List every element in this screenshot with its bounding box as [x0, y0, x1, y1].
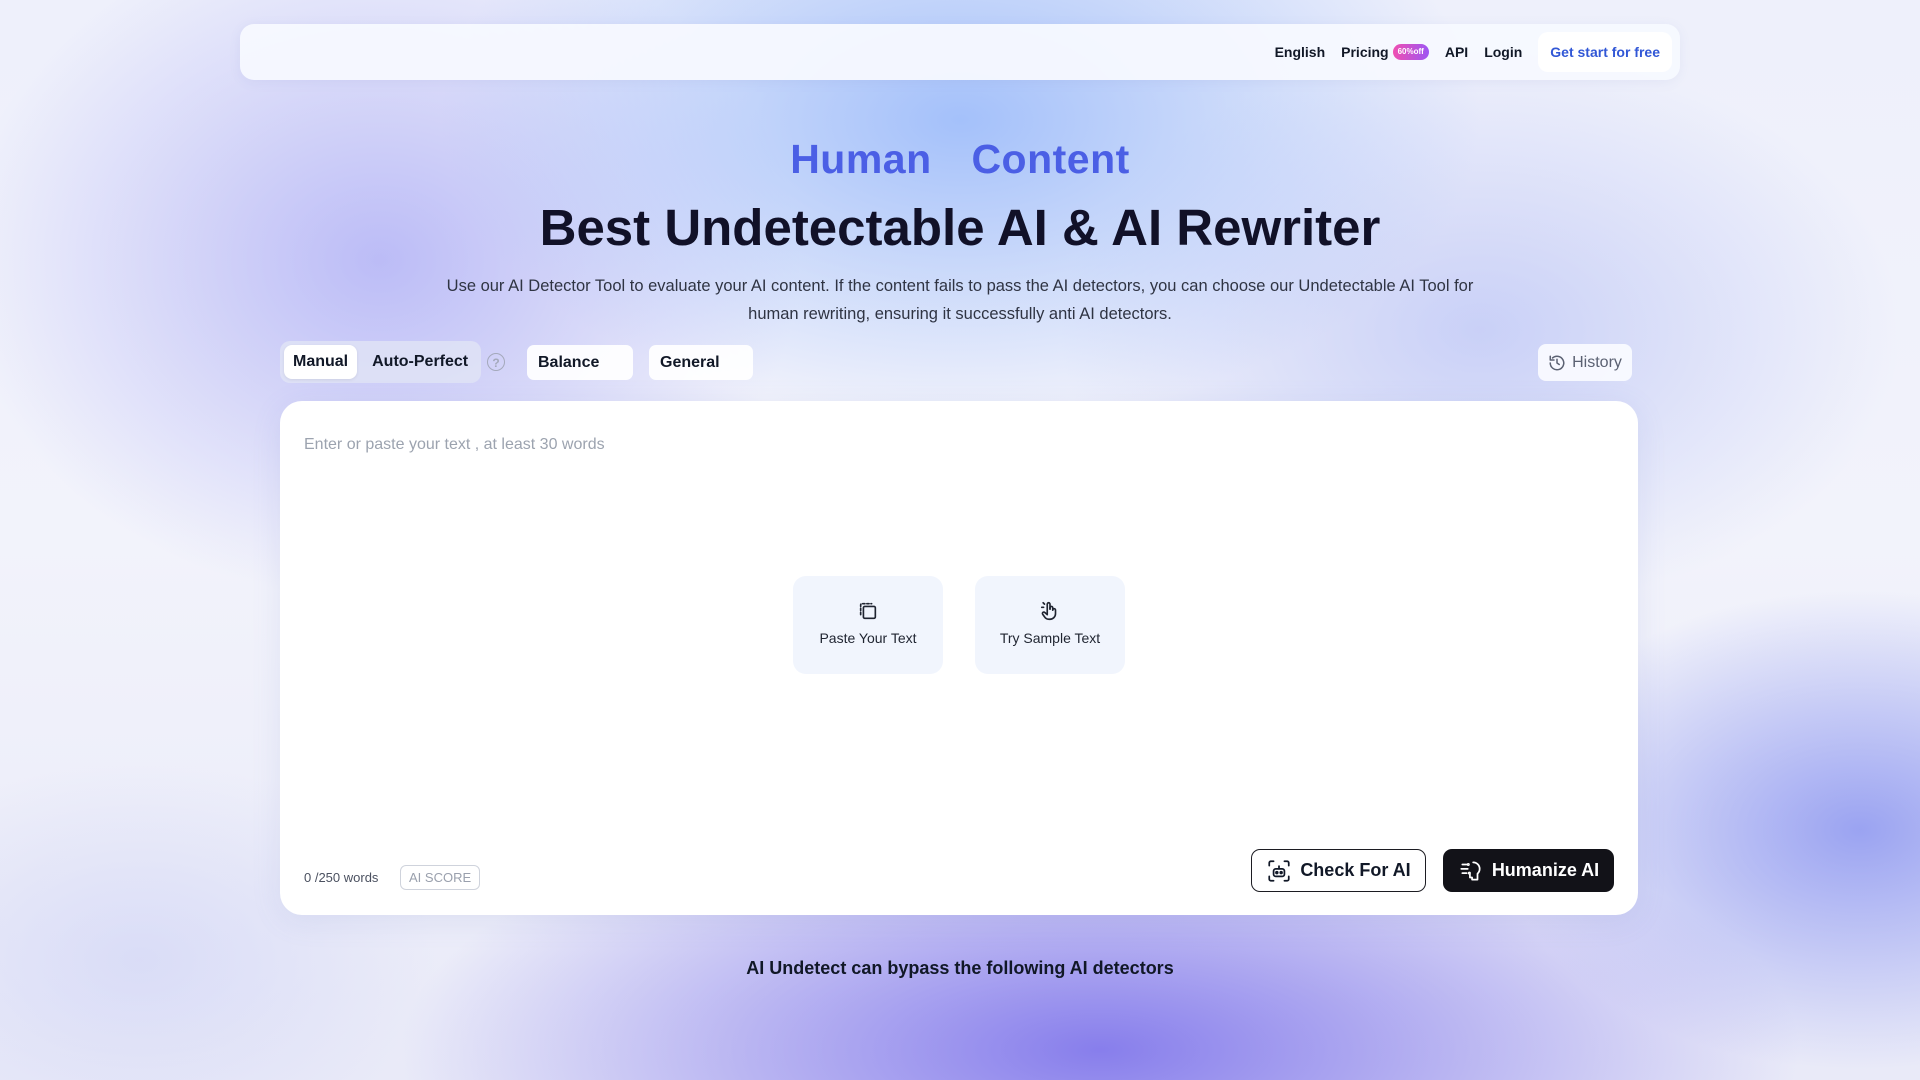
humanize-sparkle-icon: [1460, 860, 1481, 881]
history-clock-icon: [1549, 355, 1565, 370]
question-circle-icon[interactable]: ?: [487, 353, 505, 371]
try-sample-button[interactable]: Try Sample Text: [975, 576, 1125, 674]
ai-score-badge[interactable]: AI SCORE: [400, 865, 481, 890]
nav-pricing[interactable]: Pricing 60%off: [1341, 44, 1429, 60]
nav-language[interactable]: English: [1275, 44, 1326, 60]
nav-pricing-label: Pricing: [1341, 44, 1389, 60]
check-for-ai-button[interactable]: Check For AI: [1251, 849, 1426, 892]
hero-description: Use our AI Detector Tool to evaluate you…: [446, 277, 1474, 323]
scan-robot-icon: [1268, 859, 1290, 882]
mode-toggle: Manual Auto-Perfect: [280, 341, 482, 383]
mode-manual-tab[interactable]: Manual: [284, 345, 358, 379]
try-sample-label: Try Sample Text: [999, 630, 1101, 646]
word-counter: 0 /250 words: [304, 870, 379, 885]
purpose-select[interactable]: General: [649, 345, 753, 380]
top-navbar: English Pricing 60%off API Login Get sta…: [240, 24, 1680, 80]
nav-login[interactable]: Login: [1484, 44, 1522, 60]
check-for-ai-label: Check For AI: [1300, 860, 1411, 880]
get-started-button[interactable]: Get start for free: [1538, 32, 1672, 72]
text-input[interactable]: [304, 425, 1604, 465]
humanize-ai-label: Humanize AI: [1491, 860, 1600, 880]
clipboard-paste-icon: [859, 602, 877, 620]
nav-api[interactable]: API: [1445, 44, 1468, 60]
mode-auto-perfect-tab[interactable]: Auto-Perfect: [363, 345, 477, 379]
history-label: History: [1572, 353, 1622, 371]
paste-text-label: Paste Your Text: [819, 630, 917, 646]
humanize-ai-button[interactable]: Humanize AI: [1443, 849, 1614, 892]
strength-select[interactable]: Balance: [527, 345, 633, 380]
pointer-hand-icon: [1040, 601, 1057, 621]
nav-items: English Pricing 60%off API Login Get sta…: [1275, 24, 1672, 80]
discount-badge: 60%off: [1392, 44, 1429, 60]
editor-card: Paste Your Text Try Sample Text 0 /250 w…: [280, 401, 1638, 915]
history-button[interactable]: History: [1538, 344, 1632, 381]
paste-text-button[interactable]: Paste Your Text: [793, 576, 943, 674]
bypass-detectors-heading: AI Undetect can bypass the following AI …: [746, 958, 1174, 978]
hero-eyebrow: Human Content: [790, 136, 1130, 182]
page-title: Best Undetectable AI & AI Rewriter: [539, 199, 1381, 256]
